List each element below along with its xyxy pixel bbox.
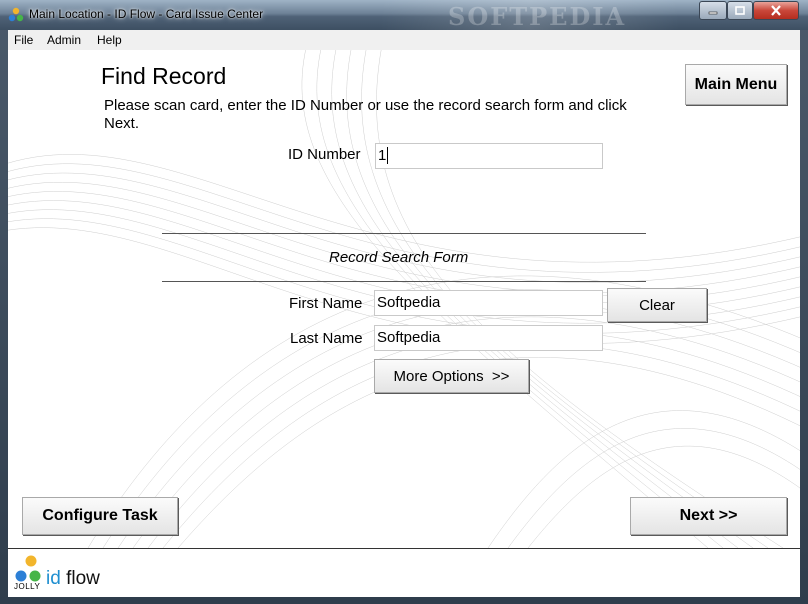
app-dots-icon: [8, 7, 24, 22]
divider-bottom: [162, 281, 646, 282]
minimize-button[interactable]: [699, 1, 727, 20]
first-name-label: First Name: [289, 295, 363, 312]
last-name-input[interactable]: Softpedia: [374, 325, 603, 351]
jolly-logo-icon: [15, 555, 41, 582]
menu-file[interactable]: File: [14, 33, 33, 47]
id-number-label: ID Number: [288, 146, 361, 163]
first-name-input[interactable]: Softpedia: [374, 290, 603, 316]
logo-id: id: [46, 568, 61, 589]
window-title: Main Location - ID Flow - Card Issue Cen…: [29, 7, 264, 21]
logo-brand: JOLLY: [14, 582, 41, 591]
search-form-title: Record Search Form: [329, 249, 469, 266]
last-name-label: Last Name: [290, 330, 363, 347]
divider-top: [162, 233, 646, 234]
id-number-input[interactable]: 1: [375, 143, 603, 169]
page-title: Find Record: [101, 63, 227, 89]
footer-bar: JOLLY id flow: [8, 548, 800, 597]
text-cursor: [387, 147, 389, 164]
maximize-icon: [735, 6, 745, 15]
maximize-button[interactable]: [727, 1, 753, 20]
configure-task-button[interactable]: Configure Task: [22, 497, 178, 535]
more-options-button[interactable]: More Options >>: [374, 359, 529, 393]
id-number-value: 1: [378, 147, 387, 164]
minimize-icon: [708, 11, 718, 14]
menu-admin[interactable]: Admin: [47, 33, 81, 47]
find-record-panel: Find Record Main Menu Please scan card, …: [8, 50, 800, 548]
next-button[interactable]: Next >>: [630, 497, 787, 535]
logo-wordmark: id flow: [46, 568, 100, 590]
clear-button[interactable]: Clear: [607, 288, 707, 322]
menu-bar: File Admin Help: [8, 30, 800, 51]
title-watermark: SOFTPEDIA: [448, 2, 627, 31]
app-window: Main Location - ID Flow - Card Issue Cen…: [0, 0, 808, 604]
close-button[interactable]: [753, 1, 799, 20]
main-menu-button[interactable]: Main Menu: [685, 64, 787, 105]
title-bar[interactable]: Main Location - ID Flow - Card Issue Cen…: [0, 0, 808, 31]
close-icon: [771, 5, 781, 16]
menu-help[interactable]: Help: [97, 33, 122, 47]
logo-flow: flow: [66, 568, 100, 589]
instructions-text: Please scan card, enter the ID Number or…: [104, 97, 627, 132]
